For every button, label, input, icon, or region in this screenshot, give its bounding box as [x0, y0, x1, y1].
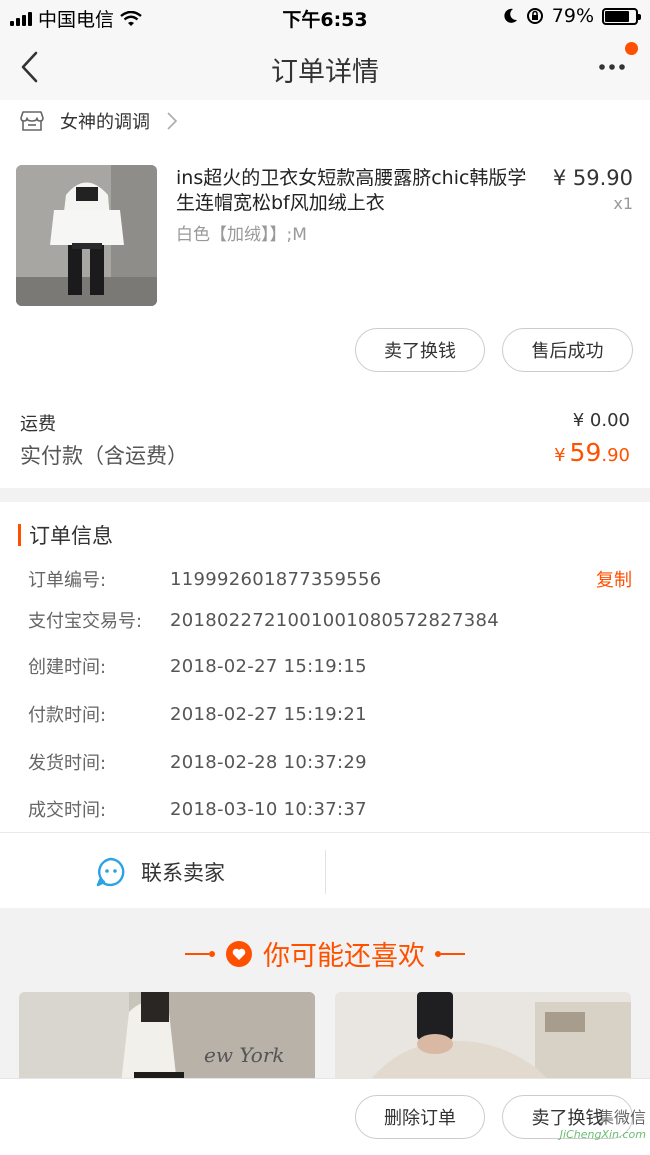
info-label: 支付宝交易号:: [28, 611, 143, 632]
divider: [0, 832, 650, 833]
info-row-paid-time: 付款时间: 2018-02-27 15:19:21: [28, 701, 632, 727]
chevron-right-icon: [167, 112, 178, 130]
info-value: 2018-03-10 10:37:37: [170, 798, 367, 820]
decorative-line-left: [185, 950, 215, 957]
shop-link[interactable]: 女神的调调: [20, 108, 178, 134]
paid-decimal: .90: [601, 445, 630, 466]
product-quantity: x1: [613, 194, 633, 213]
info-row-completed-time: 成交时间: 2018-03-10 10:37:37: [28, 796, 632, 822]
chat-face-icon: [96, 857, 125, 887]
info-label: 成交时间:: [28, 800, 107, 821]
shop-name: 女神的调调: [60, 112, 150, 133]
recommended-product-card[interactable]: ew York: [19, 992, 315, 1078]
product-photo: [16, 165, 157, 306]
shipping-value: ¥ 0.00: [572, 410, 630, 431]
status-bar: 中国电信 下午6:53 79%: [0, 0, 650, 34]
heart-icon: [226, 940, 252, 967]
product-image[interactable]: [16, 165, 157, 306]
product-price: ¥ 59.90: [552, 166, 633, 190]
paid-integer: 59: [569, 438, 602, 467]
sign-text: ew York: [204, 1043, 285, 1067]
info-value: 119992601877359556: [170, 568, 382, 590]
recommendations-section: 你可能还喜欢 ew York: [0, 908, 650, 1078]
info-label: 创建时间:: [28, 657, 107, 678]
info-row-created-time: 创建时间: 2018-02-27 15:19:15: [28, 653, 632, 679]
more-button[interactable]: [594, 52, 634, 82]
watermark-url: JiChengXin.com: [559, 1128, 646, 1141]
order-item-card: 女神的调调 ins超火的卫衣女短款高腰露脐chic韩版学生连帽宽松bf风加绒上衣…: [0, 100, 650, 488]
shop-icon: [20, 111, 44, 131]
paid-currency: ¥: [554, 445, 566, 466]
info-value: 2018022721001001080572827384: [170, 609, 500, 631]
info-value: 2018-02-28 10:37:29: [170, 751, 367, 773]
moon-icon: [504, 8, 517, 23]
more-icon: [599, 64, 625, 70]
product-spec: 白色【加绒】】;M: [176, 225, 307, 245]
battery-percent: 79%: [551, 5, 594, 27]
copy-button[interactable]: 复制: [596, 566, 632, 592]
info-value: 2018-02-27 15:19:15: [170, 655, 367, 677]
info-label: 付款时间:: [28, 705, 107, 726]
recommended-product-image: [335, 992, 631, 1078]
info-row-order-number: 订单编号: 119992601877359556 复制: [28, 566, 632, 592]
order-info-header: 订单信息: [18, 520, 113, 550]
paid-amount: ¥ 59 .90: [554, 438, 630, 467]
page-title: 订单详情: [271, 57, 379, 88]
sell-button[interactable]: 卖了换钱: [355, 328, 485, 372]
decorative-line-right: [435, 950, 465, 957]
nav-bar: 订单详情: [0, 34, 650, 100]
recommended-product-card[interactable]: [335, 992, 631, 1078]
shipping-label: 运费: [20, 414, 56, 435]
bottom-action-bar: 删除订单 卖了换钱: [0, 1078, 650, 1155]
info-row-alipay-number: 支付宝交易号: 2018022721001001080572827384: [28, 607, 632, 633]
status-right: 79%: [504, 5, 641, 27]
paid-label: 实付款（含运费）: [20, 444, 188, 468]
recommendations-title: 你可能还喜欢: [263, 941, 425, 972]
info-label: 订单编号:: [28, 570, 107, 591]
section-accent-bar: [18, 524, 21, 546]
rotation-lock-icon: [526, 8, 543, 24]
vertical-divider: [325, 850, 326, 894]
contact-seller-button[interactable]: 联系卖家: [95, 856, 225, 888]
contact-seller-label: 联系卖家: [141, 861, 225, 885]
watermark-glyphs: 集微信: [597, 1108, 646, 1127]
info-row-shipped-time: 发货时间: 2018-02-28 10:37:29: [28, 749, 632, 775]
recommendations-header: 你可能还喜欢: [0, 934, 650, 973]
order-info-title: 订单信息: [29, 524, 113, 548]
delete-order-button[interactable]: 删除订单: [355, 1095, 485, 1139]
info-value: 2018-02-27 15:19:21: [170, 703, 367, 725]
recommended-product-image: ew York: [19, 992, 315, 1078]
order-info-card: 订单信息 订单编号: 119992601877359556 复制 支付宝交易号:…: [0, 502, 650, 908]
watermark: 集微信 JiChengXin.com: [560, 1104, 646, 1141]
info-label: 发货时间:: [28, 753, 107, 774]
aftersale-button[interactable]: 售后成功: [502, 328, 633, 372]
notification-dot: [625, 42, 638, 55]
battery-icon: [602, 7, 641, 25]
product-title[interactable]: ins超火的卫衣女短款高腰露脐chic韩版学生连帽宽松bf风加绒上衣: [176, 166, 541, 216]
